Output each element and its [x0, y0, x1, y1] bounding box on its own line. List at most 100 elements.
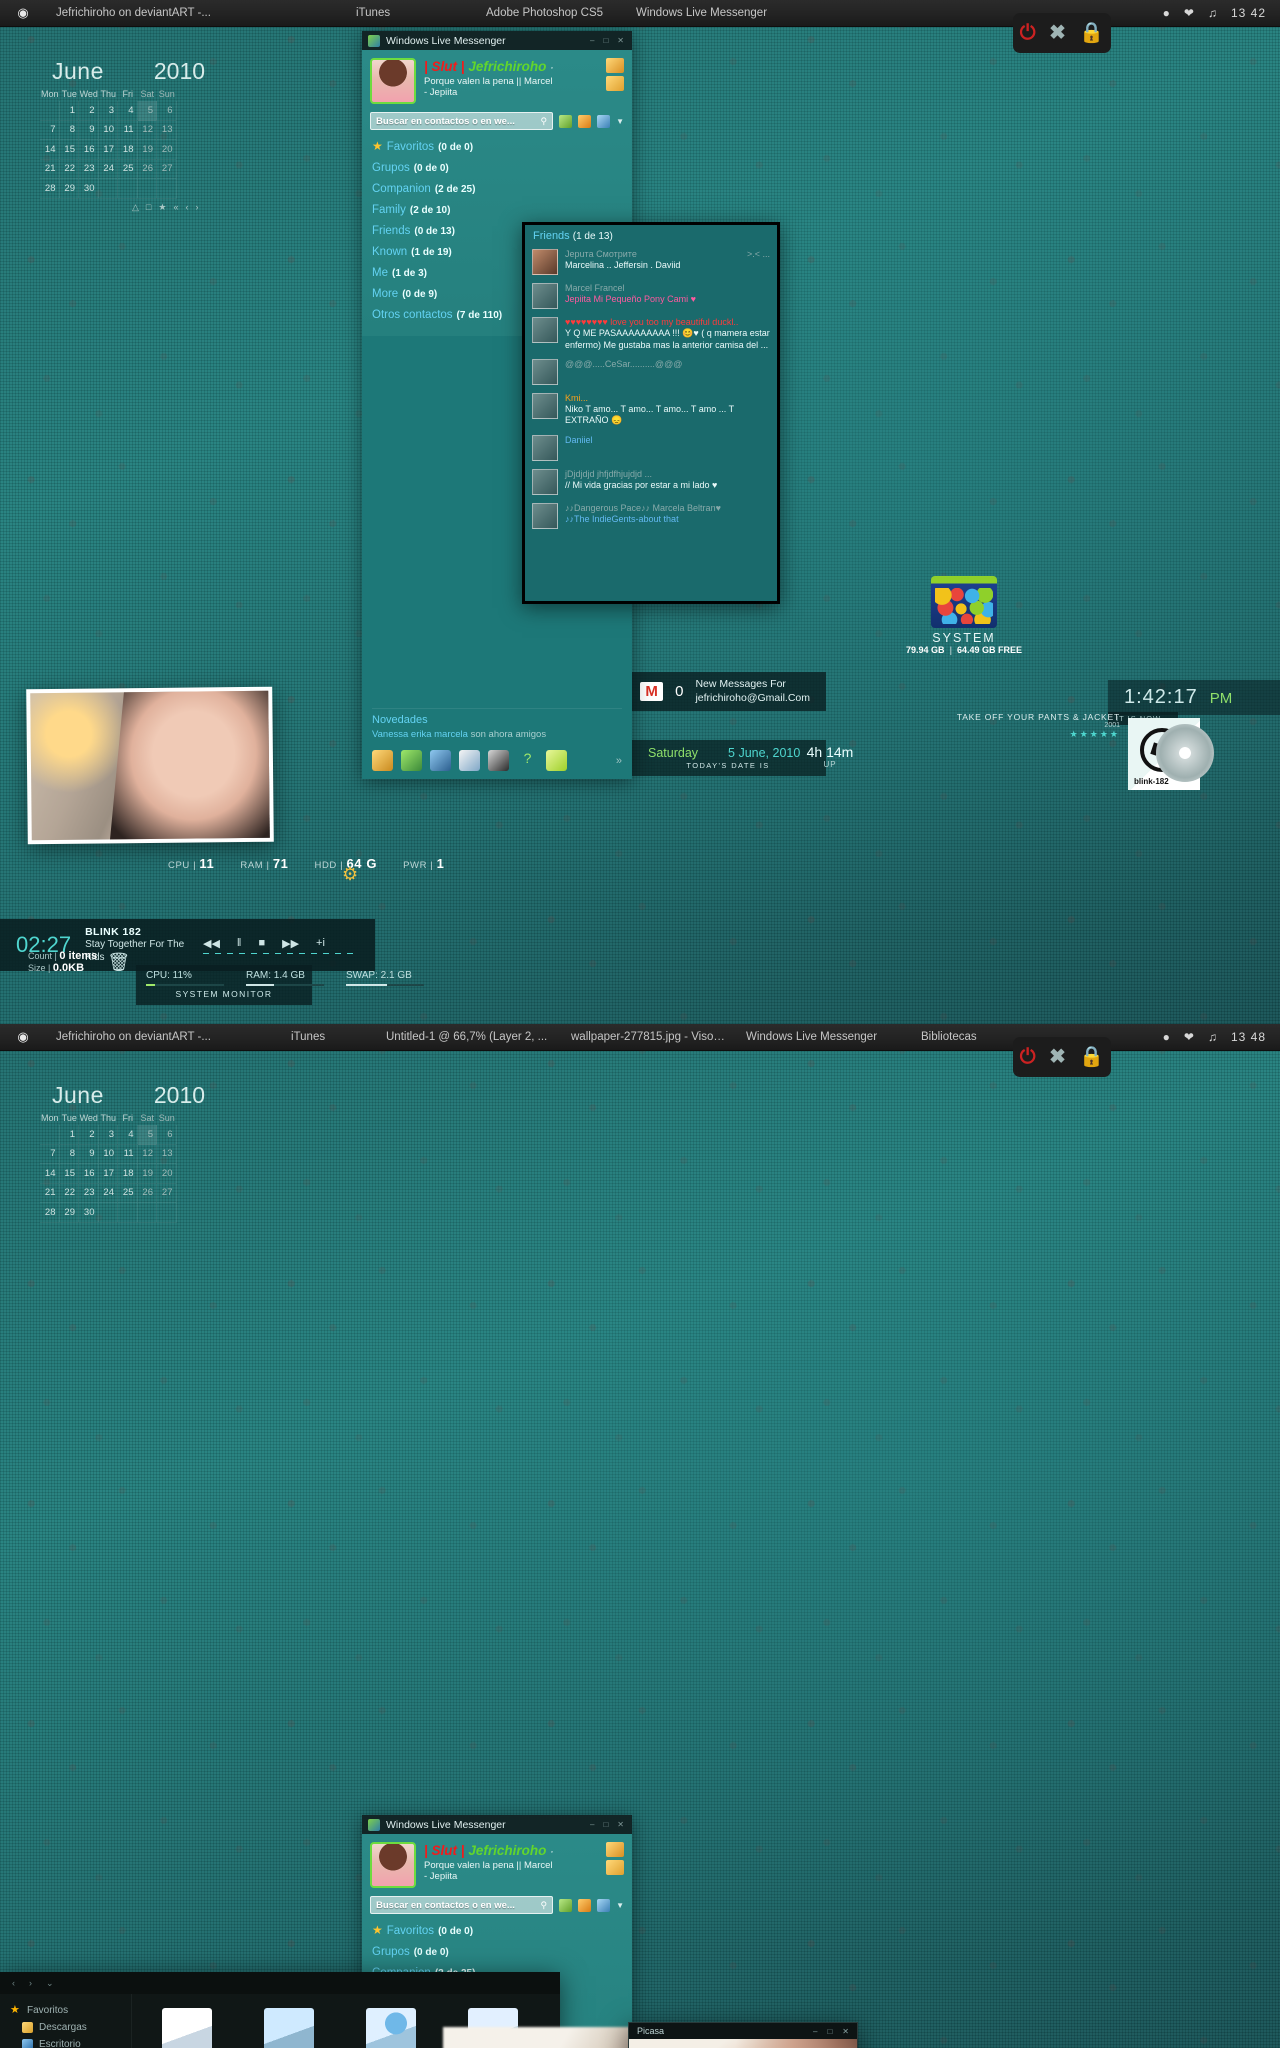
personal-message[interactable]: Porque valen la pena || Marcel	[424, 1860, 554, 1872]
picasa-viewer-window[interactable]: Picasa – □ ✕	[628, 2022, 858, 2048]
folder-icon[interactable]	[606, 76, 624, 91]
contact-group-grupos[interactable]: Grupos (0 de 0)	[372, 162, 624, 174]
calendar-day[interactable]: 3	[98, 101, 118, 121]
calendar-day[interactable]: 16	[79, 140, 99, 160]
gear-icon[interactable]: ⚙	[342, 864, 358, 885]
calendar-footer-icon[interactable]: ★	[158, 202, 166, 213]
taskbar-item[interactable]: Untitled-1 @ 66,7% (Layer 2, ...	[376, 1031, 561, 1043]
prev-button[interactable]: ◀◀	[203, 937, 220, 950]
calendar-day[interactable]: 19	[137, 1164, 157, 1184]
calendar-day[interactable]: 4	[118, 1125, 138, 1145]
dock-more-icon[interactable]: »	[616, 755, 622, 767]
close-icon[interactable]: ✕	[617, 36, 624, 45]
calendar-day[interactable]: 26	[137, 159, 157, 179]
calendar-day[interactable]: 2	[79, 1125, 99, 1145]
messenger-titlebar[interactable]: Windows Live Messenger – □ ✕	[362, 1815, 632, 1834]
calendar-day[interactable]: 18	[118, 1164, 138, 1184]
system-logo-icon[interactable]: ◉	[0, 5, 46, 21]
calendar-day[interactable]: 30	[79, 179, 99, 199]
avatar[interactable]	[370, 1842, 416, 1888]
sort-contacts-icon[interactable]	[578, 1898, 592, 1912]
taskbar-item[interactable]: iTunes	[346, 7, 476, 19]
power-icon[interactable]: ⏻	[1020, 23, 1036, 43]
calendar-day[interactable]: 12	[137, 120, 157, 140]
lock-icon[interactable]: 🔒	[1079, 23, 1104, 43]
calendar-day[interactable]: 8	[59, 120, 79, 140]
library-tile-musica[interactable]: Música	[354, 2008, 428, 2048]
album-art-widget[interactable]: blink-182	[1128, 718, 1214, 790]
edit-pencil-icon[interactable]	[606, 58, 624, 73]
avatar[interactable]	[532, 392, 558, 419]
drive-widget[interactable]: SYSTEM 79.94 GB | 64.49 GB FREE	[890, 576, 1038, 655]
info-button[interactable]: +i	[316, 937, 325, 949]
calendar-day[interactable]: 17	[98, 1164, 118, 1184]
avatar[interactable]	[370, 58, 416, 104]
avatar[interactable]	[532, 434, 558, 461]
contact-row[interactable]: Daniiel	[525, 431, 777, 465]
dock-icon-5[interactable]	[488, 750, 509, 771]
avatar[interactable]	[532, 358, 558, 385]
calendar-day[interactable]: 17	[98, 140, 118, 160]
sidebar-item-descargas[interactable]: Descargas	[6, 2019, 131, 2036]
chat-icon[interactable]: ●	[1163, 6, 1170, 20]
search-icon[interactable]: ⚲	[540, 1900, 547, 1911]
contact-row[interactable]: ♪♪Dangerous Pace♪♪ Marcela Beltran♥ ♪♪The…	[525, 499, 777, 533]
next-button[interactable]: ▶▶	[282, 937, 299, 950]
calendar-day[interactable]: 1	[59, 1125, 79, 1145]
forward-icon[interactable]: ›	[29, 1978, 32, 1988]
edit-pencil-icon[interactable]	[606, 1842, 624, 1857]
calendar-footer-icon[interactable]: ›	[195, 202, 198, 213]
sort-contacts-icon[interactable]	[578, 114, 592, 128]
calendar-day[interactable]: 11	[118, 120, 138, 140]
calendar-day[interactable]: 13	[157, 120, 177, 140]
folder-icon[interactable]	[931, 576, 997, 628]
contact-row[interactable]: @@@.....CeSar..........@@@	[525, 355, 777, 389]
maximize-icon[interactable]: □	[827, 2027, 832, 2036]
calendar-day[interactable]: 7	[40, 1144, 60, 1164]
add-contact-icon[interactable]	[559, 1898, 573, 1912]
taskbar-item[interactable]: Adobe Photoshop CS5	[476, 7, 626, 19]
chat-icon[interactable]: ●	[1163, 1030, 1170, 1044]
calendar-day[interactable]	[40, 1125, 60, 1145]
calendar-day[interactable]: 13	[157, 1144, 177, 1164]
calendar-day[interactable]: 29	[59, 179, 79, 199]
add-contact-icon[interactable]	[559, 114, 573, 128]
calendar-day[interactable]: 9	[79, 1144, 99, 1164]
calendar-day[interactable]: 16	[79, 1164, 99, 1184]
calendar-day[interactable]: 2	[79, 101, 99, 121]
contact-group-favoritos[interactable]: ★ Favoritos (0 de 0)	[372, 1923, 624, 1937]
calendar-footer-icon[interactable]: «	[173, 202, 178, 213]
calendar-day[interactable]: 27	[157, 159, 177, 179]
close-icon[interactable]: ✕	[617, 1820, 624, 1829]
calendar-day[interactable]: 27	[157, 1183, 177, 1203]
contact-group-grupos[interactable]: Grupos (0 de 0)	[372, 1946, 624, 1958]
dock-icon-2[interactable]	[401, 750, 422, 771]
library-tile-imagenes[interactable]: Imágenes	[252, 2008, 326, 2048]
calendar-day[interactable]: 10	[98, 1144, 118, 1164]
calendar-footer-icon[interactable]: △	[132, 202, 139, 213]
gmail-widget[interactable]: 0 New Messages For jefrichiroho@Gmail.Co…	[630, 672, 826, 712]
calendar-day[interactable]: 18	[118, 140, 138, 160]
close-icon[interactable]: ✖	[1049, 23, 1066, 43]
messenger-profile[interactable]: | Slut | Jefrichiroho · Porque valen la …	[370, 58, 624, 104]
calendar-day[interactable]: 9	[79, 120, 99, 140]
contact-group-favoritos[interactable]: ★ Favoritos (0 de 0)	[372, 139, 624, 153]
dock-icon-3[interactable]	[430, 750, 451, 771]
stop-button[interactable]: ■	[258, 937, 265, 949]
heart-icon[interactable]: ❤	[1184, 1030, 1194, 1044]
taskbar-item[interactable]: Windows Live Messenger	[736, 1031, 911, 1043]
calendar-day[interactable]: 7	[40, 120, 60, 140]
sidebar-item-escritorio[interactable]: Escritorio	[6, 2036, 131, 2048]
contact-group-companion[interactable]: Companion(2 de 25)	[372, 183, 624, 195]
calendar-day[interactable]: 22	[59, 159, 79, 179]
view-options-icon[interactable]	[597, 114, 611, 128]
library-tile-documentos[interactable]: Documentos	[150, 2008, 224, 2048]
calendar-day-today[interactable]: 5	[137, 101, 157, 121]
avatar[interactable]	[532, 249, 558, 275]
minimize-icon[interactable]: –	[590, 1820, 594, 1829]
calendar-day[interactable]: 24	[98, 1183, 118, 1203]
dock-icon-4[interactable]	[459, 750, 480, 771]
calendar-day[interactable]	[40, 101, 60, 121]
calendar-day[interactable]: 28	[40, 1203, 60, 1223]
calendar-day[interactable]: 15	[59, 140, 79, 160]
